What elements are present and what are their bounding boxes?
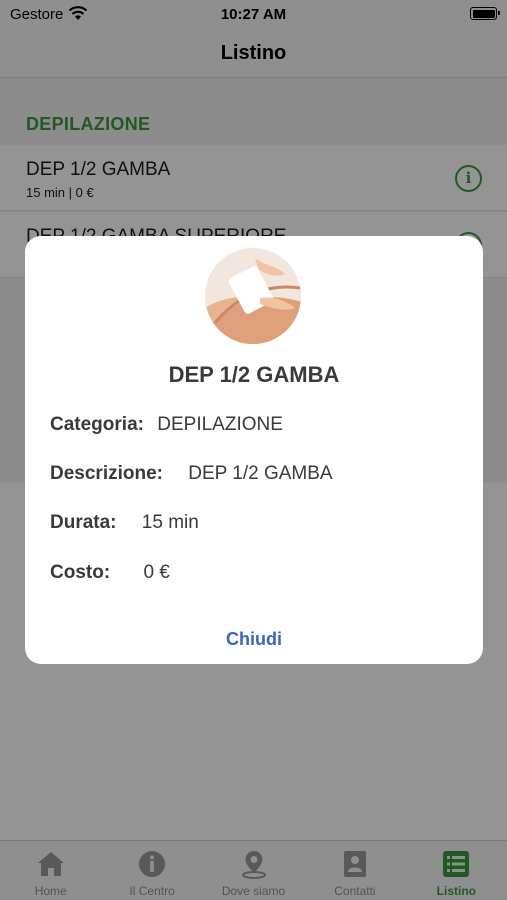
description-label: Descrizione: [50, 463, 163, 484]
category-value: DEPILAZIONE [157, 414, 283, 435]
close-button[interactable]: Chiudi [25, 629, 483, 650]
dialog-title: DEP 1/2 GAMBA [168, 362, 340, 387]
description-value: DEP 1/2 GAMBA [188, 463, 333, 484]
duration-row: Durata: 15 min [50, 512, 199, 534]
duration-label: Durata: [50, 512, 117, 533]
cost-value: 0 € [143, 562, 170, 583]
category-label: Categoria: [50, 414, 144, 435]
category-row: Categoria: DEPILAZIONE [50, 414, 283, 436]
cost-label: Costo: [50, 562, 111, 583]
cost-row: Costo: 0 € [50, 562, 170, 584]
duration-value: 15 min [141, 512, 199, 533]
description-row: Descrizione: DEP 1/2 GAMBA [50, 463, 333, 485]
service-detail-dialog: DEP 1/2 GAMBA Categoria: DEPILAZIONE Des… [25, 236, 483, 664]
service-image [205, 248, 301, 344]
